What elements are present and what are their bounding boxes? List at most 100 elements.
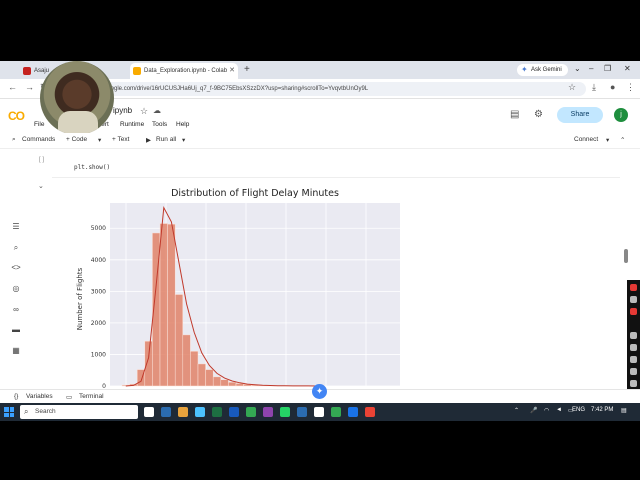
- pause-icon[interactable]: [630, 332, 637, 339]
- histogram-bar: [144, 340, 153, 387]
- secrets-icon[interactable]: ◎: [11, 284, 21, 294]
- taskbar-app-icon[interactable]: [365, 407, 375, 417]
- notifications-icon[interactable]: ▤: [621, 407, 627, 414]
- taskbar-app-icon[interactable]: [212, 407, 222, 417]
- scrollbar-thumb[interactable]: [624, 249, 628, 263]
- clock-time[interactable]: 7:42 PM: [591, 407, 613, 413]
- chart-title: Distribution of Flight Delay Minutes: [171, 188, 339, 199]
- variables-icon[interactable]: ∞: [11, 305, 21, 315]
- notebook-toolbar: ⌕ Commands + Code ▾ + Text ▶ Run all ▾ C…: [0, 133, 640, 149]
- taskbar-app-icon[interactable]: [144, 407, 154, 417]
- taskbar-app-icon[interactable]: [229, 407, 239, 417]
- taskbar-app-icon[interactable]: [331, 407, 341, 417]
- language-label[interactable]: ENG: [572, 407, 585, 413]
- volume-icon[interactable]: ◄: [556, 407, 562, 413]
- tab-colab[interactable]: Data_Exploration.ipynb - Colab ✕: [130, 63, 238, 79]
- record-icon[interactable]: [630, 284, 637, 291]
- run-all-button[interactable]: Run all: [156, 136, 176, 143]
- histogram-bar: [205, 369, 214, 387]
- taskbar-app-icon[interactable]: [246, 407, 256, 417]
- ask-gemini-button[interactable]: ✦ Ask Gemini: [517, 64, 568, 76]
- commands-icon[interactable]: ⌕: [12, 136, 16, 144]
- url-input[interactable]: ca.google.com/drive/16rUCUSJHa6Uj_q7_f-9…: [56, 82, 586, 96]
- webcam-toggle-icon[interactable]: [630, 368, 637, 375]
- star-icon[interactable]: ☆: [140, 106, 148, 117]
- close-tab-icon[interactable]: ✕: [229, 63, 235, 79]
- forward-icon[interactable]: →: [25, 82, 34, 92]
- notebook-name[interactable]: ipynb: [113, 106, 132, 115]
- run-all-icon[interactable]: ▶: [146, 136, 151, 144]
- output-collapse-chevron-icon[interactable]: ⌄: [38, 182, 44, 190]
- stop-icon[interactable]: [630, 308, 637, 315]
- back-icon[interactable]: ←: [8, 82, 17, 92]
- commands-button[interactable]: Commands: [22, 136, 55, 143]
- taskbar-app-icon[interactable]: [280, 407, 290, 417]
- variables-code-icon[interactable]: {}: [14, 393, 18, 400]
- notebook-content: [ ] ⌄ plt.show() Distribution of Flight …: [32, 149, 622, 390]
- maximize-button[interactable]: ❐: [604, 64, 611, 73]
- pen-icon[interactable]: [630, 380, 637, 387]
- microphone-icon[interactable]: [630, 344, 637, 351]
- profile-icon[interactable]: ●: [610, 82, 615, 92]
- colab-icon: [133, 67, 141, 75]
- comment-icon[interactable]: ▤: [510, 109, 519, 120]
- menu-file[interactable]: File: [34, 121, 44, 128]
- camera-icon[interactable]: [630, 296, 637, 303]
- share-button[interactable]: Share: [557, 107, 603, 123]
- chevron-up-icon[interactable]: ⌃: [620, 136, 625, 144]
- terminal-icon[interactable]: ▭: [66, 393, 72, 401]
- code-snippets-icon[interactable]: <>: [11, 263, 21, 273]
- add-code-button[interactable]: + Code: [66, 136, 87, 143]
- y-ticks: 010002000300040005000: [91, 225, 106, 390]
- chevron-down-icon[interactable]: ▾: [606, 136, 609, 144]
- taskbar-app-icon[interactable]: [314, 407, 324, 417]
- chevron-down-icon[interactable]: ▾: [98, 136, 101, 144]
- wifi-icon[interactable]: ◠: [544, 407, 549, 414]
- histogram-bar: [190, 351, 199, 387]
- taskbar-app-icon[interactable]: [161, 407, 171, 417]
- terminal-grid-icon[interactable]: ▦: [11, 346, 21, 356]
- avatar[interactable]: j: [614, 108, 628, 122]
- taskbar-search-input[interactable]: ⌕ Search: [20, 405, 138, 419]
- terminal-button[interactable]: Terminal: [79, 393, 104, 400]
- new-tab-button[interactable]: +: [244, 64, 250, 75]
- histogram-bar: [167, 223, 176, 387]
- cell-execution-bracket[interactable]: [ ]: [39, 157, 44, 163]
- screen: Asaju Data_Exploration.ipynb - Colab ✕ +…: [0, 61, 640, 421]
- windows-start-icon[interactable]: [4, 407, 14, 417]
- browser-menu-icon[interactable]: ⋮: [626, 82, 635, 93]
- microphone-tray-icon[interactable]: 🎤: [530, 407, 537, 414]
- histogram-bar: [159, 223, 168, 387]
- variables-button[interactable]: Variables: [26, 393, 53, 400]
- connect-button[interactable]: Connect: [574, 136, 598, 143]
- gemini-fab-button[interactable]: ✦: [312, 384, 327, 399]
- chevron-down-icon[interactable]: ▾: [182, 136, 185, 144]
- taskbar-app-icon[interactable]: [348, 407, 358, 417]
- taskbar-app-icon[interactable]: [195, 407, 205, 417]
- menu-help[interactable]: Help: [176, 121, 189, 128]
- menu-runtime[interactable]: Runtime: [120, 121, 144, 128]
- chevron-up-icon[interactable]: ⌃: [514, 407, 519, 414]
- code-cell[interactable]: plt.show(): [52, 152, 620, 178]
- files-folder-icon[interactable]: ▬: [11, 325, 21, 335]
- windows-taskbar: ⌕ Search ⌃ 🎤 ◠ ◄ ▭ ENG 7:42 PM ▤: [0, 403, 640, 421]
- code-line: plt.show(): [74, 164, 111, 171]
- find-icon[interactable]: ⌕: [11, 243, 21, 253]
- minimize-button[interactable]: –: [589, 64, 593, 73]
- download-icon[interactable]: ⤓: [592, 82, 596, 93]
- add-text-button[interactable]: + Text: [112, 136, 129, 143]
- y-tick-label: 4000: [91, 257, 106, 264]
- taskbar-app-icon[interactable]: [297, 407, 307, 417]
- settings-gear-icon[interactable]: ⚙: [534, 109, 543, 120]
- histogram-bar: [174, 294, 184, 387]
- tab-label: Asaju: [34, 68, 50, 74]
- bookmark-star-icon[interactable]: ☆: [568, 82, 576, 93]
- menu-tools[interactable]: Tools: [152, 121, 167, 128]
- taskbar-app-icon[interactable]: [178, 407, 188, 417]
- tab-search-icon[interactable]: ⌄: [574, 64, 581, 73]
- close-window-button[interactable]: ✕: [624, 64, 631, 73]
- speaker-icon[interactable]: [630, 356, 637, 363]
- table-of-contents-icon[interactable]: ☰: [11, 222, 21, 232]
- taskbar-app-icon[interactable]: [263, 407, 273, 417]
- colab-logo[interactable]: CO: [8, 109, 25, 123]
